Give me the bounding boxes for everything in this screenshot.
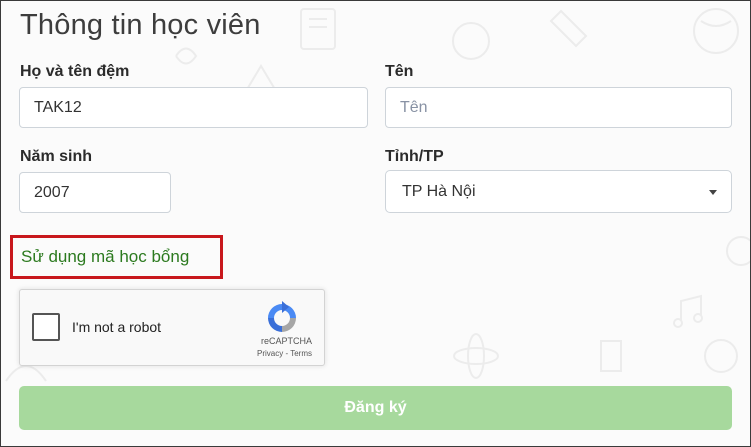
province-select[interactable]: TP Hà Nội — [385, 170, 732, 213]
recaptcha-brand: reCAPTCHA — [260, 336, 312, 346]
recaptcha-widget: I'm not a robot reCAPTCHA Privacy - Term… — [19, 289, 325, 366]
student-info-panel: Thông tin học viên Họ và tên đệm Tên Năm… — [0, 0, 751, 447]
province-label: Tỉnh/TP — [385, 148, 444, 165]
terms-link[interactable]: Terms — [290, 349, 312, 358]
scholarship-code-link[interactable]: Sử dụng mã học bổng — [10, 235, 223, 279]
dropdown-caret-icon — [709, 190, 717, 195]
register-button[interactable]: Đăng ký — [19, 386, 732, 430]
recaptcha-logo-icon — [268, 301, 296, 332]
captcha-label: I'm not a robot — [72, 319, 162, 335]
page-title: Thông tin học viên — [20, 9, 261, 41]
captcha-checkbox[interactable] — [32, 313, 60, 341]
first-name-input[interactable] — [385, 87, 732, 128]
privacy-link[interactable]: Privacy — [257, 349, 283, 358]
province-selected-value: TP Hà Nội — [402, 183, 476, 200]
middle-name-input[interactable] — [19, 87, 368, 128]
first-name-label: Tên — [385, 63, 414, 80]
recaptcha-links: Privacy - Terms — [257, 349, 312, 358]
birth-year-label: Năm sinh — [20, 148, 93, 165]
birth-year-input[interactable] — [19, 172, 171, 213]
middle-name-label: Họ và tên đệm — [20, 63, 130, 80]
